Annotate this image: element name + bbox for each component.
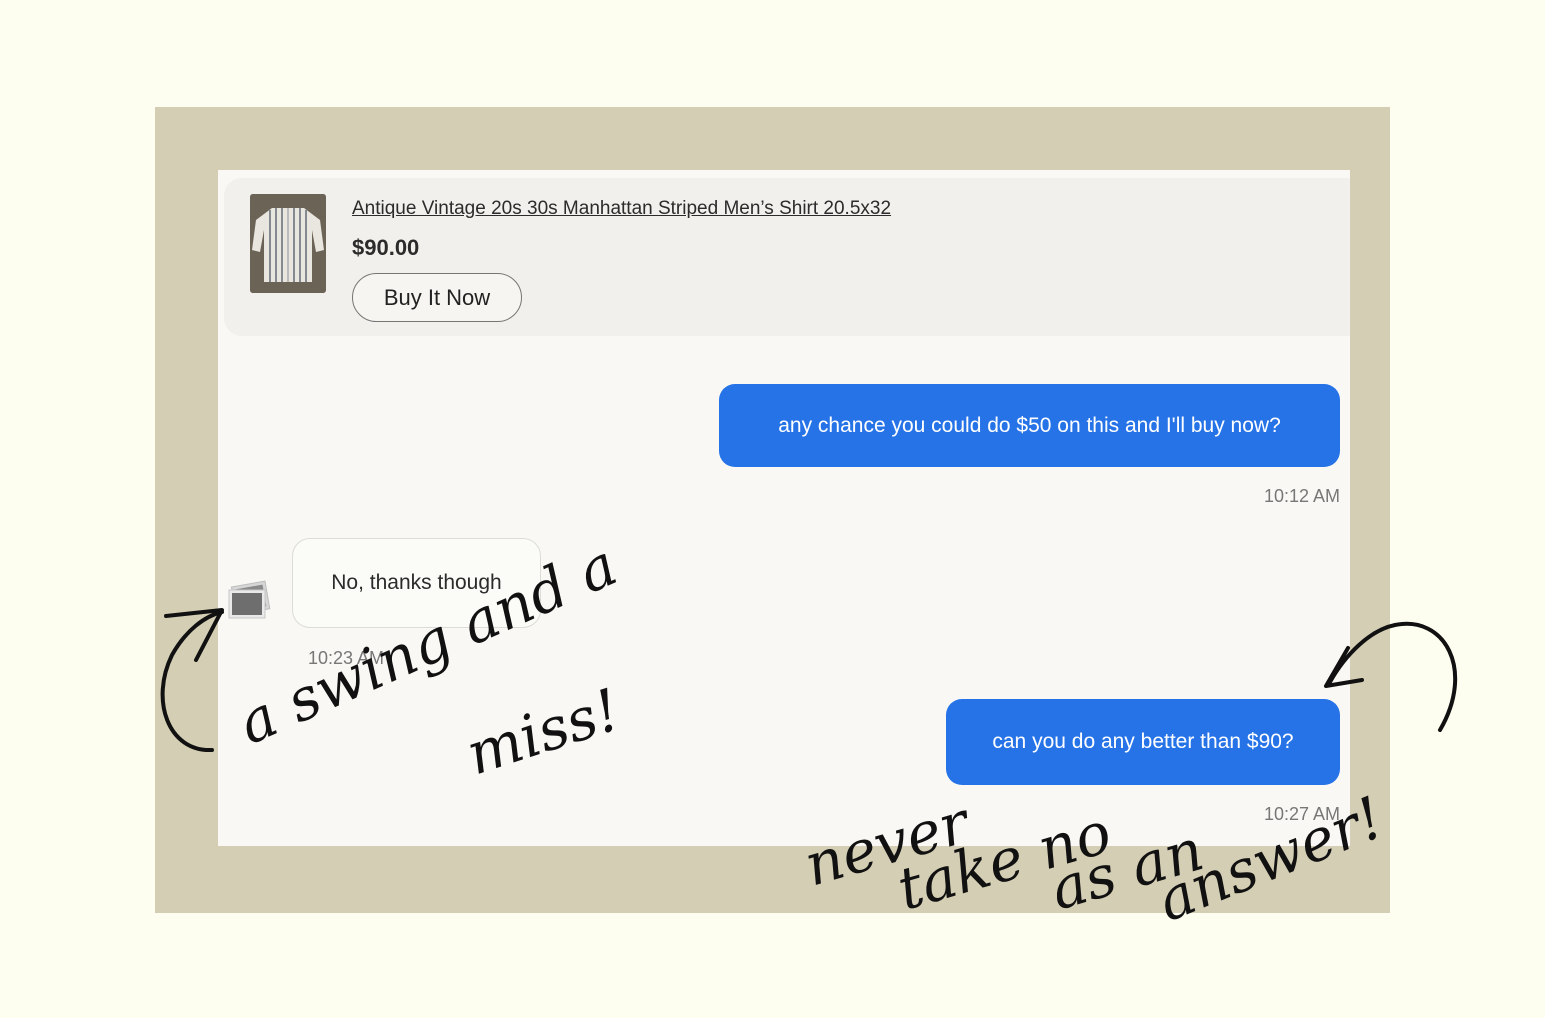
listing-title-link[interactable]: Antique Vintage 20s 30s Manhattan Stripe… — [352, 198, 891, 220]
buy-it-now-button[interactable]: Buy It Now — [352, 273, 522, 322]
message-bubble-outgoing: any chance you could do $50 on this and … — [719, 384, 1340, 467]
listing-card: Antique Vintage 20s 30s Manhattan Stripe… — [224, 178, 1350, 336]
chat-screen: Antique Vintage 20s 30s Manhattan Stripe… — [218, 170, 1350, 846]
message-bubble-outgoing: can you do any better than $90? — [946, 699, 1340, 785]
shirt-thumbnail[interactable] — [250, 194, 326, 293]
seller-avatar-icon[interactable] — [226, 576, 274, 624]
message-bubble-incoming: No, thanks though — [292, 538, 541, 628]
message-timestamp: 10:12 AM — [1263, 486, 1340, 506]
message-timestamp: 10:23 AM — [308, 648, 385, 668]
message-timestamp: 10:27 AM — [1263, 804, 1340, 824]
listing-price: $90.00 — [352, 235, 420, 260]
